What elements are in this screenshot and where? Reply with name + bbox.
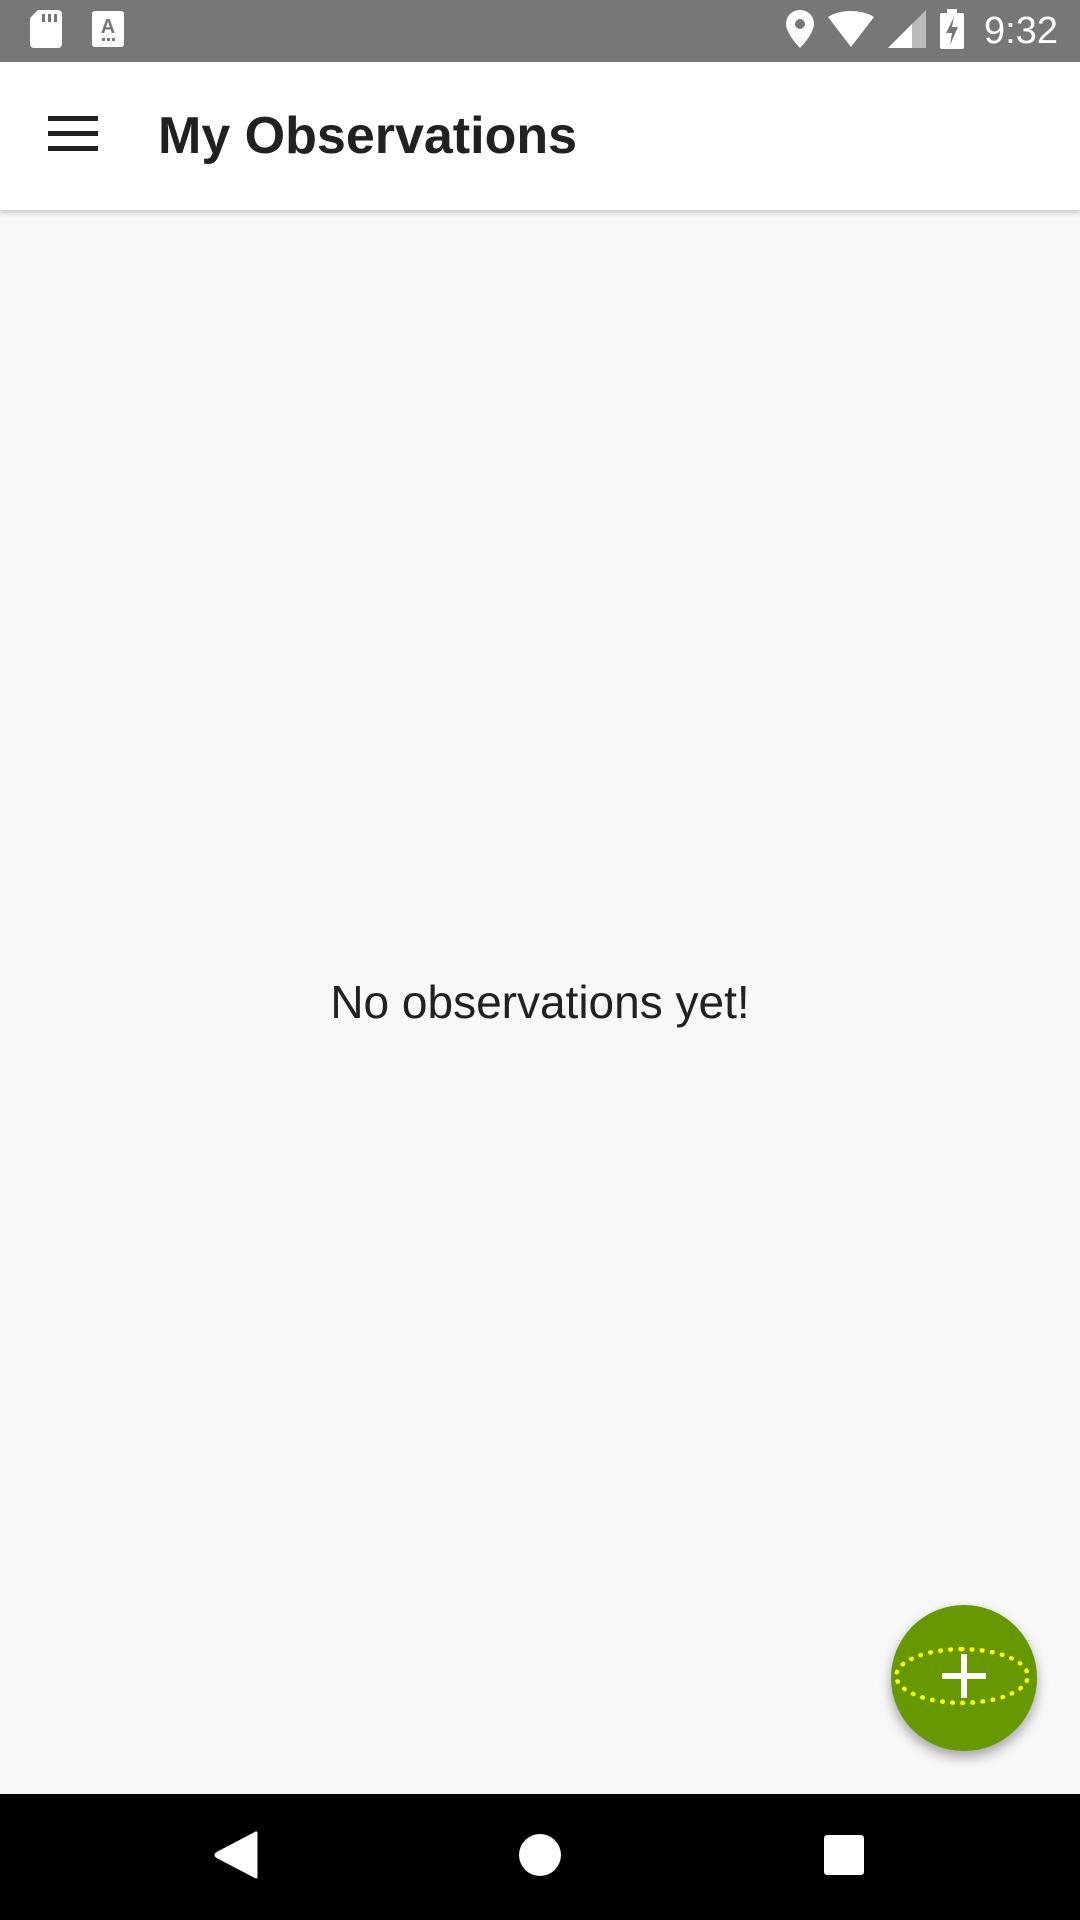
back-button[interactable] bbox=[206, 1827, 266, 1887]
recents-button[interactable] bbox=[814, 1827, 874, 1887]
status-right-icons: 9:32 bbox=[786, 8, 1058, 54]
add-observation-button[interactable] bbox=[891, 1605, 1037, 1751]
location-pin-icon bbox=[786, 9, 815, 53]
svg-text:A: A bbox=[101, 16, 115, 38]
battery-charging-icon bbox=[940, 8, 965, 54]
screen: A 9:32 My Observations No observations y… bbox=[0, 0, 1080, 1920]
signal-icon bbox=[888, 9, 927, 53]
recents-square-icon bbox=[823, 1834, 865, 1881]
wifi-icon bbox=[828, 10, 875, 52]
focus-indicator bbox=[894, 1647, 1030, 1705]
home-button[interactable] bbox=[510, 1827, 570, 1887]
page-title: My Observations bbox=[158, 107, 578, 165]
sd-card-icon bbox=[30, 9, 62, 53]
system-navigation-bar bbox=[0, 1794, 1080, 1920]
observations-list-area: No observations yet! bbox=[0, 210, 1080, 1794]
status-left-icons: A bbox=[30, 9, 124, 53]
navigation-menu-button[interactable] bbox=[30, 98, 116, 174]
empty-state-message: No observations yet! bbox=[330, 976, 750, 1028]
back-triangle-icon bbox=[214, 1831, 258, 1884]
status-bar: A 9:32 bbox=[0, 0, 1080, 62]
home-circle-icon bbox=[518, 1833, 562, 1882]
app-bar: My Observations bbox=[0, 62, 1080, 210]
hamburger-menu-icon bbox=[48, 115, 98, 157]
text-a-icon: A bbox=[92, 10, 124, 52]
status-time: 9:32 bbox=[984, 9, 1058, 52]
